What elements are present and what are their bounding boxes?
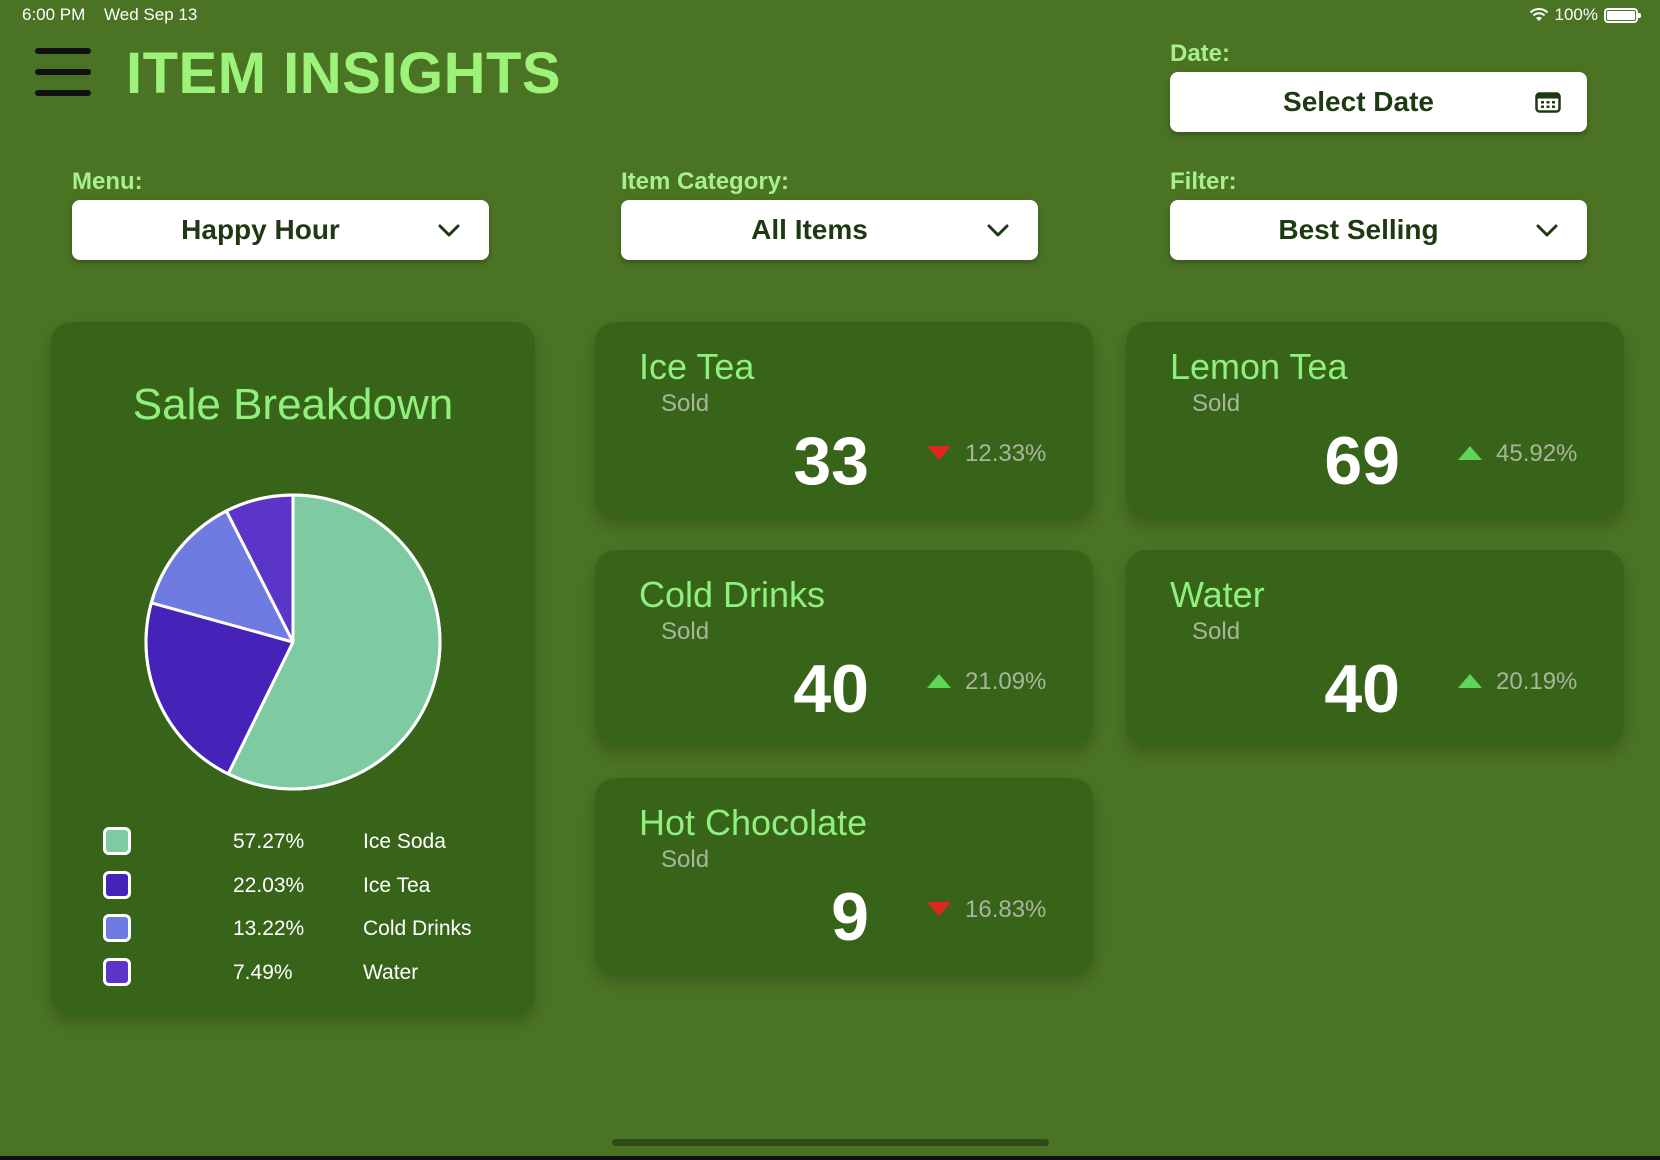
legend-percent: 7.49% xyxy=(233,960,293,984)
date-label: Date: xyxy=(1170,40,1231,67)
legend-percent: 22.03% xyxy=(233,873,305,897)
trend-up-icon xyxy=(927,674,951,688)
item-change-percent: 45.92% xyxy=(1496,440,1578,467)
battery-icon xyxy=(1604,7,1641,23)
legend-item: 57.27% Ice Soda xyxy=(103,827,503,871)
item-change-percent: 20.19% xyxy=(1496,668,1578,695)
item-name: Water xyxy=(1170,574,1265,615)
legend-label: Water xyxy=(363,960,419,984)
item-card-hot-chocolate[interactable]: Hot Chocolate Sold 9 16.83% xyxy=(595,778,1093,974)
page-title: ITEM INSIGHTS xyxy=(126,41,562,106)
sale-breakdown-title: Sale Breakdown xyxy=(132,380,454,429)
item-sold-count: 9 xyxy=(831,879,869,955)
item-change-percent: 16.83% xyxy=(965,896,1047,923)
item-category-value: All Items xyxy=(751,214,868,245)
hamburger-menu-icon[interactable] xyxy=(35,48,91,98)
bottom-edge xyxy=(0,1156,1660,1160)
battery-percent: 100% xyxy=(1554,5,1598,24)
legend-label: Cold Drinks xyxy=(363,917,472,940)
legend-item: 7.49% Water xyxy=(103,957,503,1002)
item-card-ice-tea[interactable]: Ice Tea Sold 33 12.33% xyxy=(595,322,1093,518)
legend-swatch xyxy=(103,870,131,899)
legend-swatch xyxy=(103,957,131,986)
trend-down-icon xyxy=(927,446,951,460)
status-bar-right: 100% xyxy=(1529,5,1641,25)
legend-percent: 13.22% xyxy=(233,917,305,940)
item-sold-count: 40 xyxy=(793,651,869,727)
item-card-water[interactable]: Water Sold 40 20.19% xyxy=(1126,550,1624,746)
item-sold-label: Sold xyxy=(1192,390,1241,417)
filter-dropdown[interactable]: Best Selling xyxy=(1170,200,1587,260)
trend-up-icon xyxy=(1458,674,1482,688)
legend-percent: 57.27% xyxy=(233,830,305,853)
item-change-percent: 12.33% xyxy=(965,440,1047,467)
item-sold-count: 40 xyxy=(1324,651,1400,727)
item-sold-label: Sold xyxy=(661,846,710,873)
item-card-cold-drinks[interactable]: Cold Drinks Sold 40 21.09% xyxy=(595,550,1093,746)
legend-label: Ice Tea xyxy=(363,873,431,897)
chevron-down-icon xyxy=(438,224,460,237)
status-bar-left: 6:00 PM Wed Sep 13 xyxy=(22,5,211,25)
status-time: 6:00 PM xyxy=(22,5,86,24)
item-sold-label: Sold xyxy=(661,390,710,417)
menu-label: Menu: xyxy=(72,168,143,195)
legend-swatch xyxy=(103,827,131,855)
legend-label: Ice Soda xyxy=(363,830,446,853)
item-sold-count: 69 xyxy=(1324,423,1400,499)
legend-item: 13.22% Cold Drinks xyxy=(103,914,503,958)
pie-legend: 57.27% Ice Soda 22.03% Ice Tea 13.22% Co… xyxy=(103,827,503,1001)
item-sold-label: Sold xyxy=(661,618,710,645)
item-name: Hot Chocolate xyxy=(639,802,868,843)
status-date: Wed Sep 13 xyxy=(104,5,198,24)
date-picker[interactable]: Select Date xyxy=(1170,72,1587,132)
item-name: Cold Drinks xyxy=(639,574,826,615)
filter-dropdown-value: Best Selling xyxy=(1278,214,1439,245)
item-sold-count: 33 xyxy=(793,423,869,499)
item-name: Ice Tea xyxy=(639,346,755,387)
filter-label: Filter: xyxy=(1170,168,1237,195)
menu-dropdown-value: Happy Hour xyxy=(181,214,340,245)
item-category-dropdown[interactable]: All Items xyxy=(621,200,1038,260)
item-change-percent: 21.09% xyxy=(965,668,1047,695)
home-indicator[interactable] xyxy=(612,1139,1049,1146)
item-card-lemon-tea[interactable]: Lemon Tea Sold 69 45.92% xyxy=(1126,322,1624,518)
chevron-down-icon xyxy=(1536,224,1558,237)
chevron-down-icon xyxy=(987,224,1009,237)
item-category-label: Item Category: xyxy=(621,168,790,195)
trend-down-icon xyxy=(927,902,951,916)
sale-breakdown-card: Sale Breakdown 57.27% Ice Soda 22.03% Ic… xyxy=(51,322,535,1015)
sale-breakdown-pie-chart xyxy=(144,493,442,791)
item-sold-label: Sold xyxy=(1192,618,1241,645)
item-name: Lemon Tea xyxy=(1170,346,1348,387)
legend-item: 22.03% Ice Tea xyxy=(103,870,503,915)
menu-dropdown[interactable]: Happy Hour xyxy=(72,200,489,260)
trend-up-icon xyxy=(1458,446,1482,460)
calendar-icon xyxy=(1535,92,1561,113)
legend-swatch xyxy=(103,914,131,942)
date-picker-value: Select Date xyxy=(1283,86,1434,117)
wifi-icon xyxy=(1529,8,1548,21)
